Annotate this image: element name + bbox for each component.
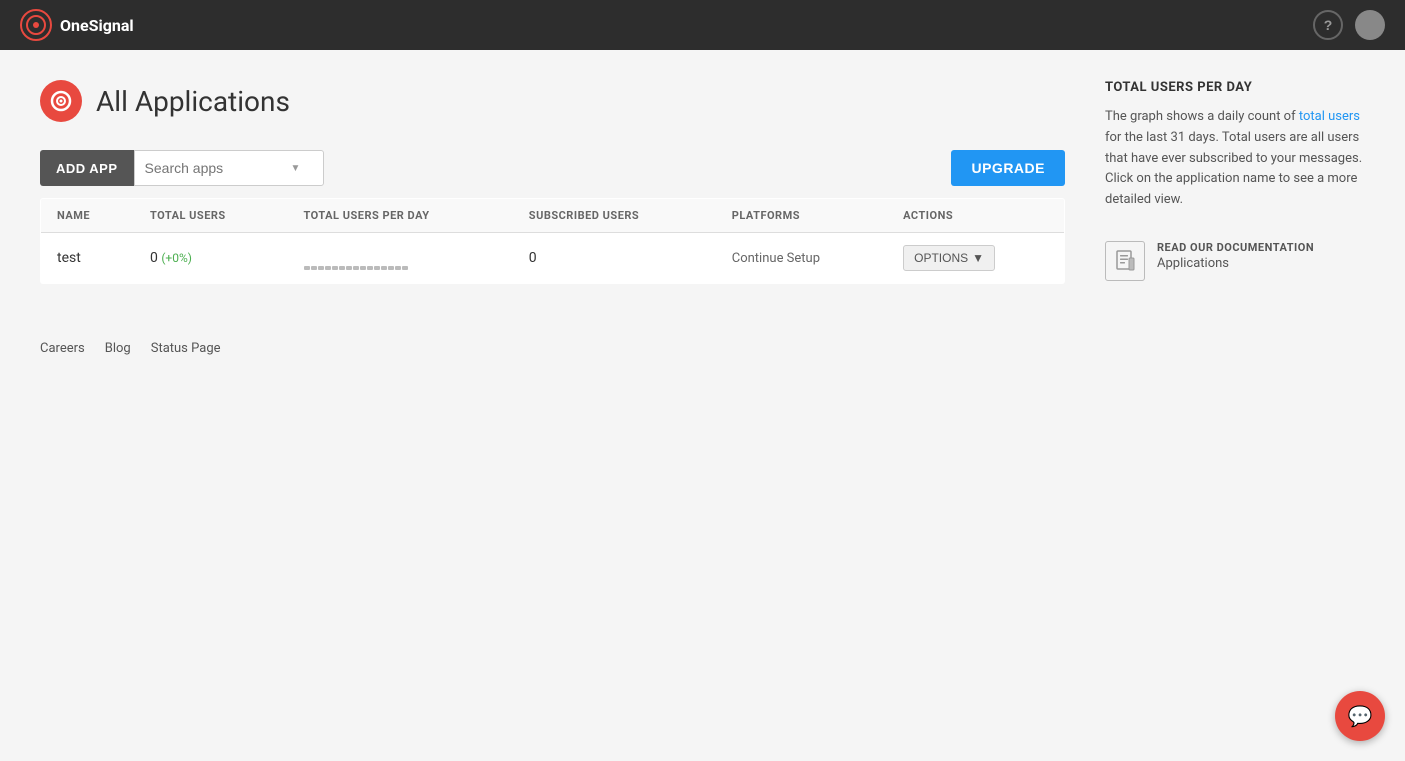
col-actions: ACTIONS [887,199,1064,233]
sparkline-bar [304,266,310,270]
sparkline-bar [381,266,387,270]
col-total-users-per-day: TOTAL USERS PER DAY [288,199,513,233]
page-title: All Applications [96,85,290,118]
sparkline-chart [304,246,497,270]
sparkline-bar [332,266,338,270]
top-navigation: OneSignal ? [0,0,1405,50]
add-app-button[interactable]: ADD APP [40,150,134,186]
doc-app-label: Applications [1157,256,1314,271]
total-users-cell: 0 (+0%) [134,233,288,284]
toolbar-left: ADD APP ▼ [40,150,324,186]
footer: Careers Blog Status Page [0,321,1405,376]
chat-button[interactable]: 💬 [1335,691,1385,741]
sparkline-bar [388,266,394,270]
app-name-cell: test [41,233,134,284]
sparkline-bar [325,266,331,270]
app-name-link[interactable]: test [57,250,81,266]
search-dropdown-icon[interactable]: ▼ [291,163,301,174]
change-value: (+0%) [161,251,192,265]
sparkline-bar [374,266,380,270]
documentation-link[interactable]: READ OUR DOCUMENTATION Applications [1105,231,1365,291]
sidebar-section-title: TOTAL USERS PER DAY [1105,80,1365,95]
table-row: test 0 (+0%) [41,233,1065,284]
onesignal-logo-icon [20,9,52,41]
page-title-row: All Applications [40,80,1065,122]
toolbar: ADD APP ▼ UPGRADE [40,150,1065,186]
table-header: NAME TOTAL USERS TOTAL USERS PER DAY SUB… [41,199,1065,233]
sparkline-bar [367,266,373,270]
doc-read-label: READ OUR DOCUMENTATION [1157,241,1314,254]
sparkline-bar [360,266,366,270]
sidebar: TOTAL USERS PER DAY The graph shows a da… [1105,80,1365,291]
actions-cell: OPTIONS ▼ [887,233,1064,284]
sparkline-bar [395,266,401,270]
sidebar-total-users-link[interactable]: total users [1299,109,1360,124]
upgrade-button[interactable]: UPGRADE [951,150,1065,186]
sparkline-bar [339,266,345,270]
subscribed-users-cell: 0 [513,233,716,284]
main-wrapper: All Applications ADD APP ▼ UPGRADE NAME … [0,50,1405,321]
footer-careers-link[interactable]: Careers [40,341,85,356]
footer-blog-link[interactable]: Blog [105,341,131,356]
sparkline-bar [402,266,408,270]
logo-area: OneSignal [20,9,134,41]
sparkline-bar [353,266,359,270]
options-button[interactable]: OPTIONS ▼ [903,245,995,271]
users-per-day-cell [288,233,513,284]
table-body: test 0 (+0%) [41,233,1065,284]
col-platforms: PLATFORMS [716,199,887,233]
sparkline-bar [311,266,317,270]
help-button[interactable]: ? [1313,10,1343,40]
continue-setup-link[interactable]: Continue Setup [732,251,820,266]
platforms-cell: Continue Setup [716,233,887,284]
doc-text: READ OUR DOCUMENTATION Applications [1157,241,1314,271]
apps-table: NAME TOTAL USERS TOTAL USERS PER DAY SUB… [40,198,1065,284]
logo-text: OneSignal [60,16,134,35]
col-subscribed-users: SUBSCRIBED USERS [513,199,716,233]
doc-icon [1105,241,1145,281]
total-users-value: 0 [150,250,158,266]
sidebar-description: The graph shows a daily count of total u… [1105,107,1365,211]
search-input[interactable] [145,160,285,176]
user-avatar[interactable] [1355,10,1385,40]
chat-icon: 💬 [1348,704,1373,728]
search-container: ▼ [134,150,324,186]
content-area: All Applications ADD APP ▼ UPGRADE NAME … [40,80,1065,291]
col-name: NAME [41,199,134,233]
sparkline-bar [346,266,352,270]
nav-actions: ? [1313,10,1385,40]
options-dropdown-icon: ▼ [972,251,984,265]
col-total-users: TOTAL USERS [134,199,288,233]
sparkline-bar [318,266,324,270]
footer-status-link[interactable]: Status Page [151,341,221,356]
page-logo-icon [40,80,82,122]
